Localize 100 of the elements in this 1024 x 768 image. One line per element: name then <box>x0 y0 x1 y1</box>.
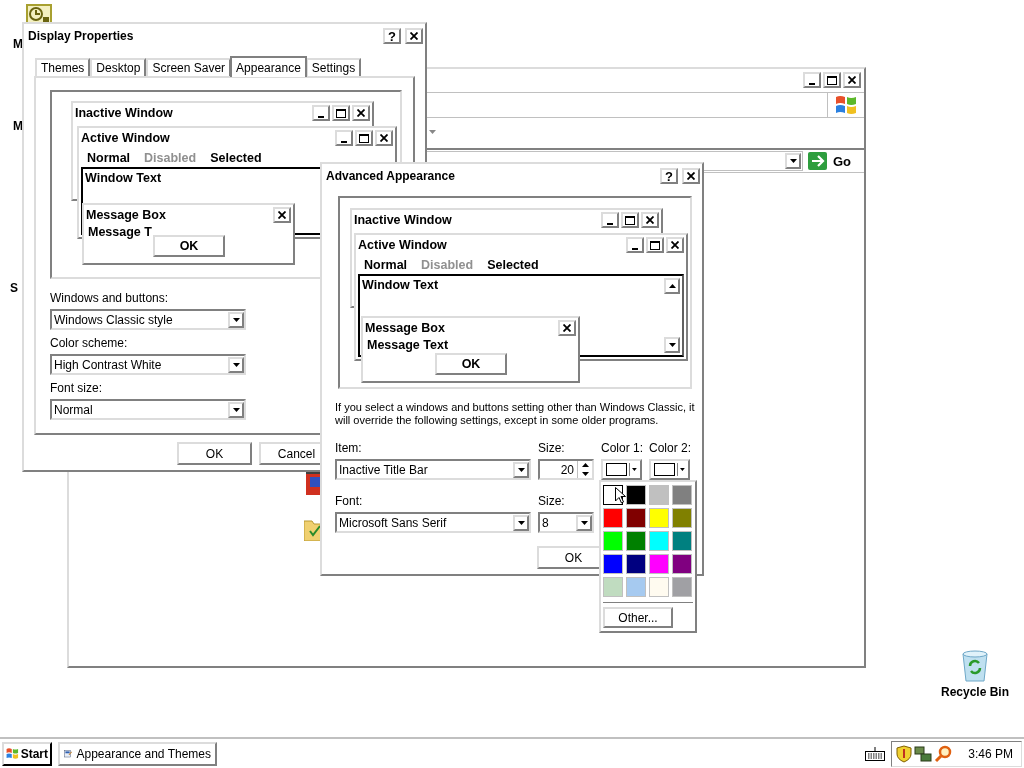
field-label: Color 1: <box>601 441 642 456</box>
keyboard-icon[interactable] <box>865 746 886 761</box>
dropdown[interactable]: Windows Classic style <box>50 309 246 330</box>
maximize-icon <box>359 133 369 143</box>
dropdown[interactable]: Microsoft Sans Serif <box>335 512 531 533</box>
size-spinner[interactable]: 20 <box>538 459 594 480</box>
window-title: Inactive Window <box>354 213 452 227</box>
shield-icon[interactable] <box>896 744 913 763</box>
close-button[interactable] <box>558 320 576 336</box>
window-text: Window Text <box>84 170 163 187</box>
close-button[interactable] <box>666 237 684 253</box>
close-button[interactable] <box>352 105 370 121</box>
field-label: Font: <box>335 494 364 509</box>
dialog-button[interactable]: OK <box>177 442 252 465</box>
field-label: Color 2: <box>649 441 690 456</box>
tab[interactable]: Settings <box>305 58 362 76</box>
minimize-icon <box>318 115 324 118</box>
caret-icon[interactable] <box>429 130 436 134</box>
help-button[interactable]: ? <box>660 168 678 184</box>
message-text: Message T <box>87 225 153 239</box>
desktop-icon-label[interactable]: M <box>13 119 23 133</box>
minimize-button[interactable] <box>601 212 619 228</box>
menu-item: Disabled <box>421 257 474 272</box>
close-icon <box>687 172 695 180</box>
maximize-button[interactable] <box>621 212 639 228</box>
maximize-button[interactable] <box>355 130 373 146</box>
close-button[interactable] <box>405 28 423 44</box>
window-title: Active Window <box>81 131 170 145</box>
minimize-button[interactable] <box>803 72 821 88</box>
note-text: If you select a windows and buttons setting other than Windows Classic, it will override the following settings, except in some older programs. <box>335 401 696 427</box>
window-title: Active Window <box>358 238 447 252</box>
caret-icon <box>517 467 525 472</box>
caret-icon <box>232 317 240 322</box>
help-button[interactable]: ? <box>383 28 401 44</box>
dropdown[interactable]: High Contrast White <box>50 354 246 375</box>
minimize-button[interactable] <box>335 130 353 146</box>
desktop-icon-label[interactable]: S <box>10 281 18 295</box>
close-icon <box>563 324 571 332</box>
tab[interactable]: Desktop <box>90 58 147 76</box>
recycle-bin-icon[interactable] <box>960 650 990 682</box>
minimize-button[interactable] <box>626 237 644 253</box>
taskbar-button[interactable]: Appearance and Themes <box>58 741 217 766</box>
maximize-button[interactable] <box>332 105 350 121</box>
maximize-icon <box>336 108 346 118</box>
field-label: Color scheme: <box>50 336 128 351</box>
maximize-button[interactable] <box>823 72 841 88</box>
window-title: Message Box <box>365 321 445 335</box>
caret-icon <box>232 407 240 412</box>
desktop-icon-label[interactable]: Recycle Bin <box>940 685 1009 699</box>
dropdown[interactable]: Normal <box>50 399 246 420</box>
up-arrow-icon[interactable] <box>581 463 589 468</box>
down-arrow-icon[interactable] <box>581 471 589 476</box>
close-icon <box>380 134 388 142</box>
minimize-button[interactable] <box>312 105 330 121</box>
dropdown[interactable]: 8 <box>538 512 594 533</box>
color-picker-button[interactable] <box>649 459 690 480</box>
field-label: Font size: <box>50 381 103 396</box>
maximize-icon <box>650 240 660 250</box>
window-title: Advanced Appearance <box>326 169 455 183</box>
pointer-icon <box>615 487 626 504</box>
logo-icon <box>835 95 857 115</box>
ok-button[interactable]: OK <box>153 235 225 257</box>
magnifier-icon[interactable] <box>934 744 953 763</box>
maximize-icon <box>625 215 635 225</box>
close-button[interactable] <box>843 72 861 88</box>
close-icon <box>848 76 856 84</box>
close-icon <box>646 216 654 224</box>
maximize-button[interactable] <box>646 237 664 253</box>
tab[interactable]: Screen Saver <box>146 58 232 76</box>
caret-icon <box>680 468 685 471</box>
close-button[interactable] <box>273 207 291 223</box>
desktop-icon-label[interactable]: M <box>13 37 23 51</box>
caret-icon <box>789 159 797 163</box>
window-text: Window Text <box>361 277 440 294</box>
network-icon[interactable] <box>914 744 933 763</box>
message-text: Message Text <box>366 338 450 352</box>
scroll-down-button[interactable] <box>664 337 680 353</box>
caret-icon <box>232 362 240 367</box>
field-label: Item: <box>335 441 363 456</box>
close-icon <box>410 32 418 40</box>
dropdown[interactable]: Inactive Title Bar <box>335 459 531 480</box>
field-label: Windows and buttons: <box>50 291 169 306</box>
close-icon <box>278 211 286 219</box>
other-colors-button[interactable]: Other... <box>603 607 673 628</box>
ok-button[interactable]: OK <box>435 353 507 375</box>
window-title: Message Box <box>86 208 166 222</box>
tab[interactable]: Themes <box>35 58 91 76</box>
close-button[interactable] <box>641 212 659 228</box>
close-icon <box>357 109 365 117</box>
clock-text: 3:46 PM <box>968 746 1013 761</box>
field-label: Size: <box>538 441 566 456</box>
close-button[interactable] <box>682 168 700 184</box>
tab[interactable]: Appearance <box>230 56 307 77</box>
start-button[interactable]: Start <box>2 741 52 766</box>
close-button[interactable] <box>375 130 393 146</box>
menu-item: Disabled <box>144 150 197 165</box>
minimize-icon <box>341 140 347 143</box>
color-picker-button[interactable] <box>601 459 642 480</box>
scroll-up-button[interactable] <box>664 278 680 294</box>
logo-icon <box>6 747 19 760</box>
